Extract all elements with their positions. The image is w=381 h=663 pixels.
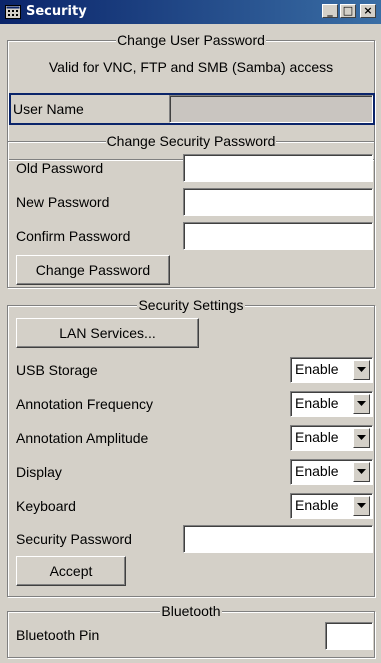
accept-button[interactable]: Accept <box>16 556 126 586</box>
bluetooth-group: Bluetooth Bluetooth Pin <box>7 603 375 658</box>
window-app-icon <box>5 4 21 20</box>
bluetooth-legend: Bluetooth <box>160 603 222 619</box>
chevron-down-icon[interactable] <box>353 462 370 482</box>
old-password-label: Old Password <box>16 160 104 176</box>
annotation-frequency-select[interactable]: Enable <box>290 391 373 417</box>
keyboard-label: Keyboard <box>16 498 76 514</box>
display-value: Enable <box>295 463 339 479</box>
usb-storage-select[interactable]: Enable <box>290 357 373 383</box>
chevron-down-icon[interactable] <box>353 394 370 414</box>
security-settings-legend: Security Settings <box>137 297 245 313</box>
keyboard-value: Enable <box>295 497 339 513</box>
user-name-row: User Name <box>9 93 375 125</box>
annotation-amplitude-value: Enable <box>295 429 339 445</box>
user-password-legend: Change User Password <box>116 32 266 48</box>
old-password-field[interactable] <box>183 154 373 182</box>
annotation-frequency-value: Enable <box>295 395 339 411</box>
lan-services-button[interactable]: LAN Services... <box>16 318 199 348</box>
display-label: Display <box>16 464 62 480</box>
close-button[interactable]: × <box>360 4 376 18</box>
annotation-amplitude-label: Annotation Amplitude <box>16 430 149 446</box>
security-settings-group: Security Settings LAN Services... USB St… <box>7 297 375 597</box>
security-password-group: Change Security Password Old Password Ne… <box>7 133 375 288</box>
display-select[interactable]: Enable <box>290 459 373 485</box>
chevron-down-icon[interactable] <box>353 360 370 380</box>
security-password-field[interactable] <box>183 525 373 553</box>
security-window: Security _ □ × Change User Password Vali… <box>0 0 381 663</box>
window-title: Security <box>26 4 87 19</box>
chevron-down-icon[interactable] <box>353 428 370 448</box>
keyboard-select[interactable]: Enable <box>290 493 373 519</box>
bluetooth-pin-label: Bluetooth Pin <box>16 627 100 643</box>
change-password-button[interactable]: Change Password <box>16 255 170 285</box>
title-bar[interactable]: Security _ □ × <box>0 0 381 24</box>
new-password-field[interactable] <box>183 188 373 216</box>
usb-storage-value: Enable <box>295 361 339 377</box>
security-password-legend: Change Security Password <box>105 133 277 149</box>
maximize-button[interactable]: □ <box>340 4 356 18</box>
user-password-note: Valid for VNC, FTP and SMB (Samba) acces… <box>48 59 334 75</box>
user-name-label: User Name <box>13 101 84 117</box>
minimize-button[interactable]: _ <box>322 4 338 18</box>
confirm-password-label: Confirm Password <box>16 228 131 244</box>
annotation-amplitude-select[interactable]: Enable <box>290 425 373 451</box>
bluetooth-pin-field[interactable] <box>325 622 373 650</box>
confirm-password-field[interactable] <box>183 222 373 250</box>
user-name-field[interactable] <box>169 95 373 123</box>
usb-storage-label: USB Storage <box>16 362 98 378</box>
annotation-frequency-label: Annotation Frequency <box>16 396 153 412</box>
chevron-down-icon[interactable] <box>353 496 370 516</box>
new-password-label: New Password <box>16 194 110 210</box>
security-password-label: Security Password <box>16 531 132 547</box>
